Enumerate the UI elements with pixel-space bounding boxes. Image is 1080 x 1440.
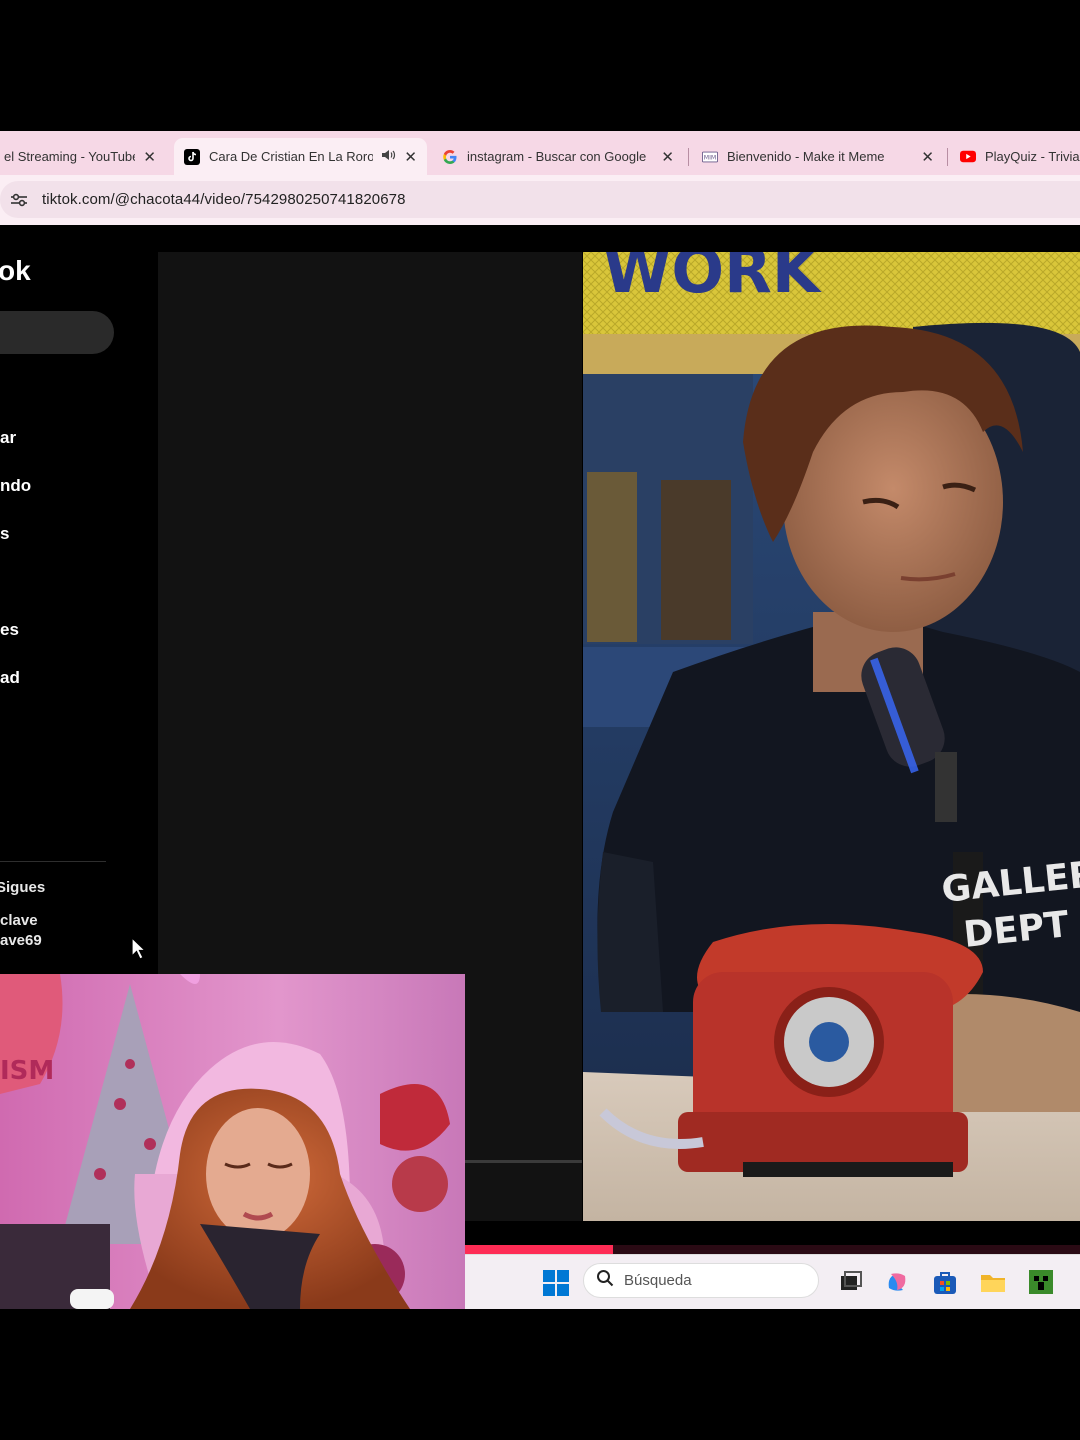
youtube-icon [960, 149, 976, 165]
player-divider [465, 1160, 582, 1163]
tab-separator [688, 148, 689, 166]
tab-title: instagram - Buscar con Google [467, 149, 647, 164]
webcam-overlay: ISM [0, 974, 465, 1309]
following-account-name[interactable]: clave [0, 912, 38, 929]
task-view-icon[interactable] [837, 1268, 865, 1296]
browser-toolbar: tiktok.com/@chacota44/video/754298025074… [0, 175, 1080, 225]
screen-capture: el Streaming - YouTube ✕ Cara De Cristia… [0, 131, 1080, 1309]
meme-icon: MIM [702, 149, 718, 165]
search-icon [596, 1269, 614, 1292]
speaker-icon[interactable] [381, 148, 396, 165]
google-icon [442, 149, 458, 165]
url-text[interactable]: tiktok.com/@chacota44/video/754298025074… [42, 191, 406, 208]
tab-title: Bienvenido - Make it Meme [727, 149, 885, 164]
video-progress-fill [465, 1245, 613, 1254]
close-icon[interactable]: ✕ [921, 148, 934, 166]
tab-tiktok-active[interactable]: Cara De Cristian En La Roro ✕ [174, 138, 427, 175]
tab-title: el Streaming - YouTube [4, 149, 136, 164]
sidebar-item-activity[interactable]: ad [0, 668, 20, 688]
close-icon[interactable]: ✕ [143, 148, 156, 166]
taskbar-search-placeholder: Búsqueda [624, 1272, 692, 1289]
tab-make-it-meme[interactable]: MIM Bienvenido - Make it Meme ✕ [692, 138, 944, 175]
address-bar[interactable]: tiktok.com/@chacota44/video/754298025074… [0, 181, 1080, 218]
sidebar-divider [0, 861, 106, 862]
windows-taskbar: Búsqueda [465, 1254, 1080, 1309]
minecraft-icon[interactable] [1027, 1268, 1055, 1296]
tiktok-sidebar: ok ar ndo s es ad Sigues clave ave69 [0, 225, 158, 985]
tab-title: PlayQuiz - Trivia [985, 149, 1080, 164]
wall-sign-text: WORK [603, 252, 822, 307]
tab-separator [947, 148, 948, 166]
tiktok-logo[interactable]: ok [0, 255, 31, 287]
tab-playquiz[interactable]: PlayQuiz - Trivia [950, 138, 1080, 175]
tab-youtube-streaming[interactable]: el Streaming - YouTube ✕ [0, 138, 166, 175]
browser-tab-strip: el Streaming - YouTube ✕ Cara De Cristia… [0, 131, 1080, 175]
video-progress-bar[interactable] [465, 1245, 1080, 1254]
tiktok-icon [184, 148, 200, 165]
site-settings-icon[interactable] [6, 187, 32, 213]
following-account-handle[interactable]: ave69 [0, 932, 42, 949]
sidebar-search-input[interactable] [0, 311, 114, 354]
sidebar-item-explore[interactable]: ar [0, 428, 16, 448]
file-explorer-icon[interactable] [979, 1268, 1007, 1296]
close-icon[interactable]: ✕ [404, 148, 417, 166]
sidebar-item-friends[interactable]: s [0, 524, 9, 544]
sidebar-item-following[interactable]: ndo [0, 476, 31, 496]
mouse-cursor-icon [131, 936, 147, 966]
windows-start-icon[interactable] [543, 1270, 569, 1296]
taskbar-search-box[interactable]: Búsqueda [583, 1263, 819, 1298]
sidebar-following-header: Sigues [0, 879, 46, 896]
store-icon[interactable] [931, 1268, 959, 1296]
tab-title: Cara De Cristian En La Roro [209, 149, 374, 164]
copilot-icon[interactable] [883, 1268, 911, 1296]
tab-google-search[interactable]: instagram - Buscar con Google ✕ [432, 138, 684, 175]
svg-text:MIM: MIM [704, 154, 717, 161]
sidebar-item-messages[interactable]: es [0, 620, 19, 640]
close-icon[interactable]: ✕ [661, 148, 674, 166]
svg-text:ISM: ISM [0, 1056, 54, 1086]
video-frame[interactable]: WORK GALLERY DEPT [583, 252, 1080, 1221]
